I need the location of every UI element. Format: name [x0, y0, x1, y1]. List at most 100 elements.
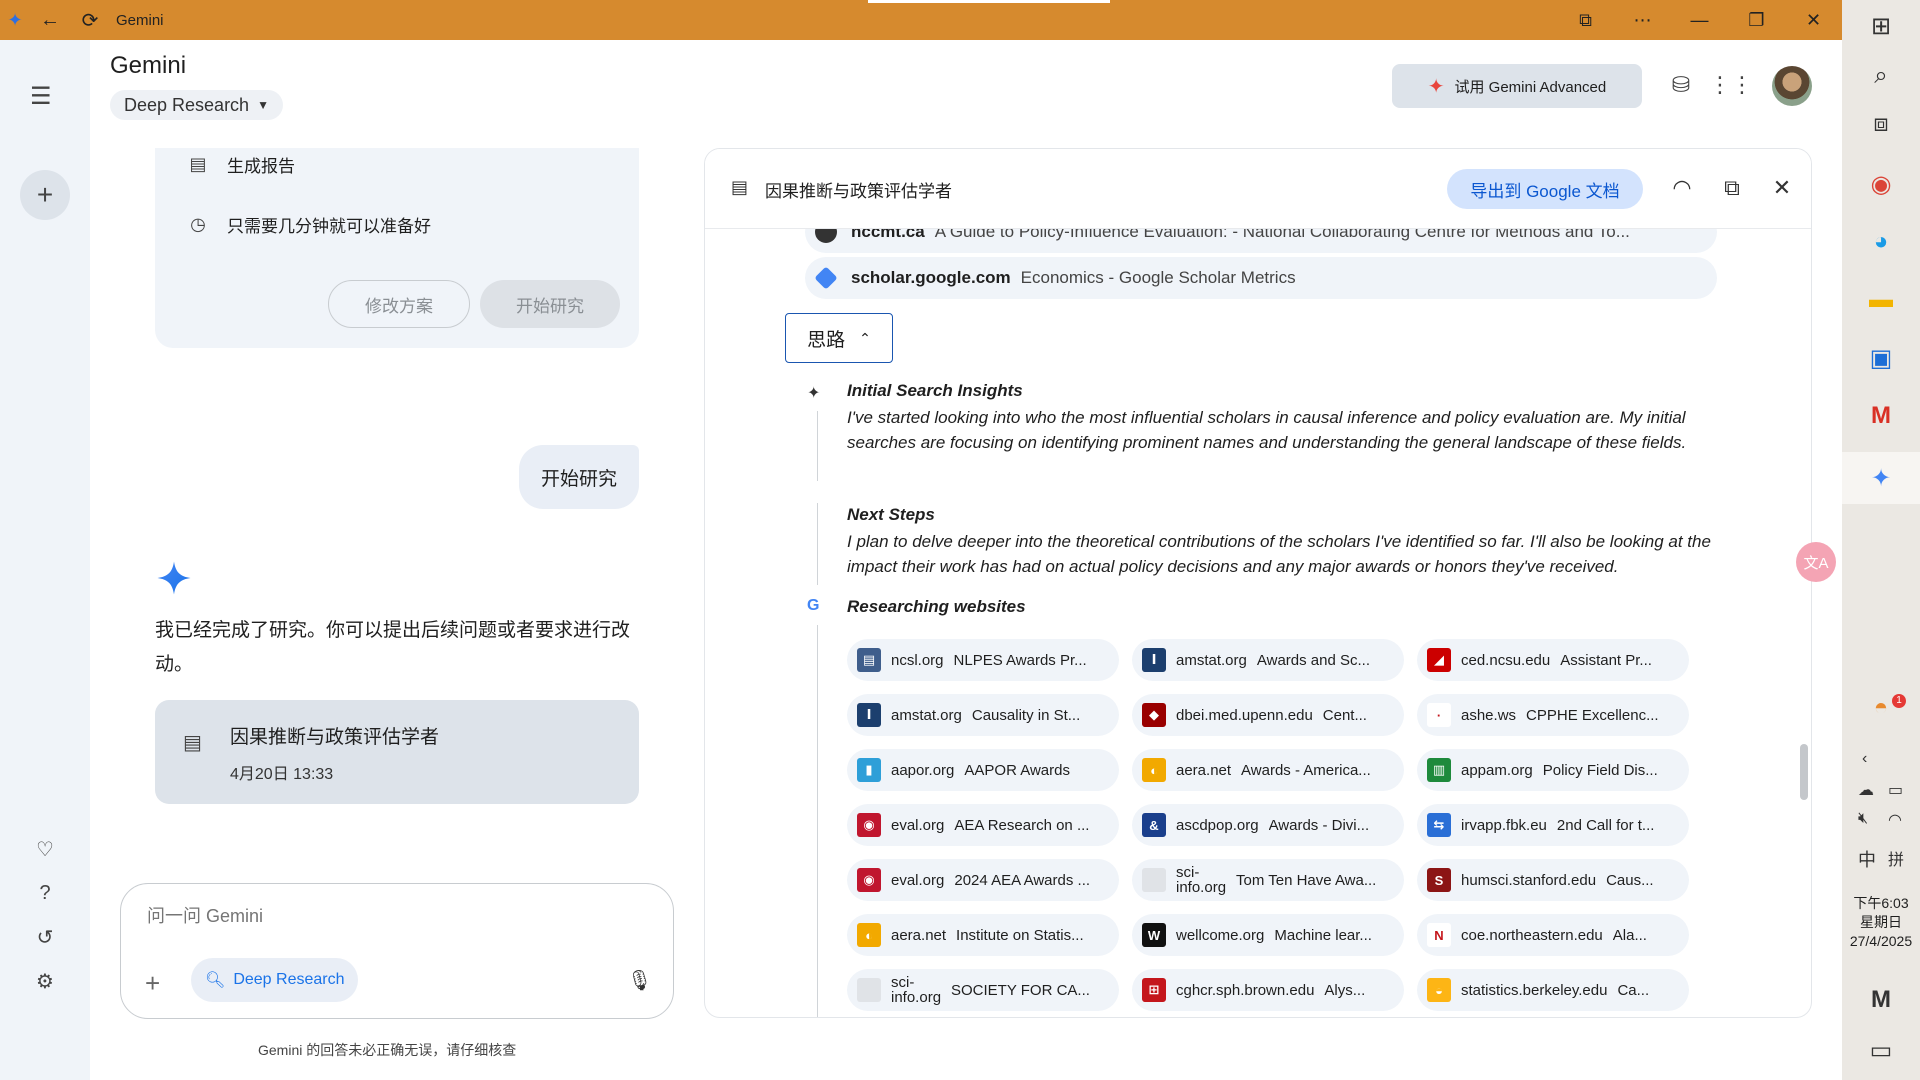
minimize-button[interactable]: — — [1671, 0, 1728, 40]
notification-badge: 1 — [1892, 694, 1906, 708]
archive-icon[interactable]: ⛁ — [1666, 70, 1696, 100]
website-chip[interactable]: ▤ ncsl.org NLPES Awards Pr... — [847, 639, 1119, 681]
onedrive-icon[interactable]: ☁ — [1858, 780, 1874, 800]
export-to-docs-button[interactable]: 导出到 Google 文档 — [1447, 169, 1643, 209]
caret-down-icon: ▼ — [257, 98, 269, 112]
website-chip[interactable]: ◆ dbei.med.upenn.edu Cent... — [1132, 694, 1404, 736]
clock-date: 27/4/2025 — [1849, 933, 1913, 949]
more-options-icon[interactable]: ⋯ — [1614, 0, 1671, 40]
title-bar: ✦ ← ⟳ Gemini ⧉ ⋯ — ❐ ✕ — [0, 0, 1842, 40]
website-favicon: Ⅰ — [1142, 648, 1166, 672]
m-app-icon[interactable]: M — [1861, 980, 1901, 1020]
website-chip[interactable]: ◉ eval.org AEA Research on ... — [847, 804, 1119, 846]
windows-start-icon[interactable]: ⊞ — [1861, 6, 1901, 46]
wifi-icon[interactable]: ◠ — [1888, 810, 1902, 830]
microphone-icon[interactable]: 🎙︎ — [627, 968, 652, 993]
gemini-taskbar-icon[interactable]: ✦ — [1842, 452, 1920, 504]
website-chip[interactable]: ⇆ irvapp.fbk.eu 2nd Call for t... — [1417, 804, 1689, 846]
edit-plan-button[interactable]: 修改方案 — [328, 280, 470, 328]
website-title: CPPHE Excellenc... — [1526, 706, 1659, 724]
notifications-icon[interactable]: ▭ — [1861, 1030, 1901, 1070]
assistant-reply: 我已经完成了研究。你可以提出后续问题或者要求进行改动。 — [155, 620, 631, 675]
website-chip[interactable]: Ⅰamstat.org Causality in St... — [847, 694, 1119, 736]
help-icon[interactable]: ? — [32, 880, 58, 906]
website-chip[interactable]: ▮ aapor.org AAPOR Awards — [847, 749, 1119, 791]
research-doc-card[interactable]: ▤ 因果推断与政策评估学者 4月20日 13:33 — [155, 700, 639, 804]
panel-scrollbar[interactable] — [1800, 744, 1808, 800]
website-chip[interactable]: Ⅰamstat.org Awards and Sc... — [1132, 639, 1404, 681]
timeline-line — [817, 503, 818, 585]
search-icon[interactable]: ⌕ — [1861, 56, 1901, 96]
podcast-icon[interactable]: ◠ — [1667, 173, 1697, 203]
back-icon[interactable]: ← — [30, 0, 70, 40]
cast-icon[interactable]: ⧉ — [1557, 0, 1614, 40]
website-chip[interactable]: ⊞ cghcr.sph.brown.edu Alys... — [1132, 969, 1404, 1011]
deep-research-label: Deep Research — [233, 971, 345, 988]
gmail-icon[interactable]: M — [1861, 396, 1901, 436]
edge-icon[interactable]: ◕ — [1861, 222, 1901, 262]
battery-icon[interactable]: ▭ — [1888, 780, 1903, 800]
try-advanced-button[interactable]: ✦ 试用 Gemini Advanced — [1392, 64, 1642, 108]
apps-grid-icon[interactable]: ⋮⋮ — [1709, 70, 1753, 100]
ime-layout[interactable]: 拼 — [1888, 846, 1904, 870]
thought-heading: Initial Search Insights — [847, 381, 1023, 400]
add-attachment-icon[interactable]: + — [145, 968, 160, 999]
gemini-star-icon — [157, 561, 191, 595]
store-icon[interactable]: ▣ — [1861, 338, 1901, 378]
restore-button[interactable]: ❐ — [1728, 0, 1785, 40]
thinking-toggle[interactable]: 思路 ⌃ — [785, 313, 893, 363]
clock[interactable]: 下午6:03 星期日 27/4/2025 — [1842, 894, 1920, 951]
website-domain: coe.northeastern.edu — [1461, 926, 1603, 944]
model-selector[interactable]: Deep Research ▼ — [110, 90, 283, 120]
website-chip[interactable]: ▥ appam.org Policy Field Dis... — [1417, 749, 1689, 791]
start-research-button[interactable]: 开始研究 — [480, 280, 620, 328]
website-favicon: ◐ — [1142, 758, 1166, 782]
task-view-icon[interactable]: ⧈ — [1861, 104, 1901, 144]
website-domain: ashe.ws — [1461, 706, 1517, 724]
translate-icon[interactable]: 文A — [1796, 542, 1836, 582]
new-chat-button[interactable]: + — [20, 170, 70, 220]
ime-mode[interactable]: 中 — [1858, 846, 1876, 872]
deep-research-chip[interactable]: 🔍︎ Deep Research — [191, 958, 359, 1002]
website-chip[interactable]: sci-info.org Tom Ten Have Awa... — [1132, 859, 1404, 901]
website-chip[interactable]: ◐ aera.net Awards - America... — [1132, 749, 1404, 791]
close-window-button[interactable]: ✕ — [1785, 0, 1842, 40]
close-panel-icon[interactable]: ✕ — [1767, 173, 1797, 203]
gems-icon[interactable]: ♡ — [32, 836, 58, 862]
window-drag-indicator — [868, 0, 1110, 3]
website-favicon: ▥ — [1427, 758, 1451, 782]
volume-muted-icon[interactable]: 🔇︎ — [1858, 810, 1868, 828]
copy-icon[interactable]: ⧉ — [1717, 173, 1747, 203]
document-icon: ▤ — [183, 732, 202, 754]
website-chip[interactable]: · ashe.ws CPPHE Excellenc... — [1417, 694, 1689, 736]
activity-icon[interactable]: ↺ — [32, 924, 58, 950]
website-title: AAPOR Awards — [964, 761, 1070, 779]
try-advanced-label: 试用 Gemini Advanced — [1454, 78, 1607, 96]
website-favicon: ◉ — [857, 813, 881, 837]
website-title: Caus... — [1606, 871, 1654, 889]
website-domain: eval.org — [891, 816, 945, 834]
menu-icon[interactable]: ☰ — [30, 82, 52, 111]
website-chip[interactable]: ◐ aera.net Institute on Statis... — [847, 914, 1119, 956]
website-chip[interactable]: Wwellcome.org Machine lear... — [1132, 914, 1404, 956]
refresh-icon[interactable]: ⟳ — [70, 0, 110, 40]
chevron-left-icon[interactable]: ‹ — [1862, 750, 1867, 768]
website-chip[interactable]: ◢ ced.ncsu.edu Assistant Pr... — [1417, 639, 1689, 681]
website-title: Ala... — [1612, 926, 1647, 944]
prompt-input[interactable] — [147, 906, 627, 927]
file-explorer-icon[interactable]: ▬ — [1861, 280, 1901, 320]
website-chip[interactable]: ◒ statistics.berkeley.edu Ca... — [1417, 969, 1689, 1011]
avatar[interactable] — [1772, 66, 1812, 106]
website-chip[interactable]: ◉ eval.org 2024 AEA Awards ... — [847, 859, 1119, 901]
settings-icon[interactable]: ⚙ — [32, 968, 58, 994]
website-chip[interactable]: Shumsci.stanford.edu Caus... — [1417, 859, 1689, 901]
website-chip[interactable]: Ncoe.northeastern.edu Ala... — [1417, 914, 1689, 956]
chrome-icon[interactable]: ◉ — [1861, 164, 1901, 204]
website-domain: ced.ncsu.edu — [1461, 651, 1551, 669]
website-chip[interactable]: sci-info.org SOCIETY FOR CA... — [847, 969, 1119, 1011]
source-row[interactable]: scholar.google.com Economics - Google Sc… — [805, 257, 1717, 299]
website-chip[interactable]: & ascdpop.org Awards - Divi... — [1132, 804, 1404, 846]
website-favicon: ▮ — [857, 758, 881, 782]
website-domain: humsci.stanford.edu — [1461, 871, 1597, 889]
website-title: SOCIETY FOR CA... — [951, 981, 1090, 999]
